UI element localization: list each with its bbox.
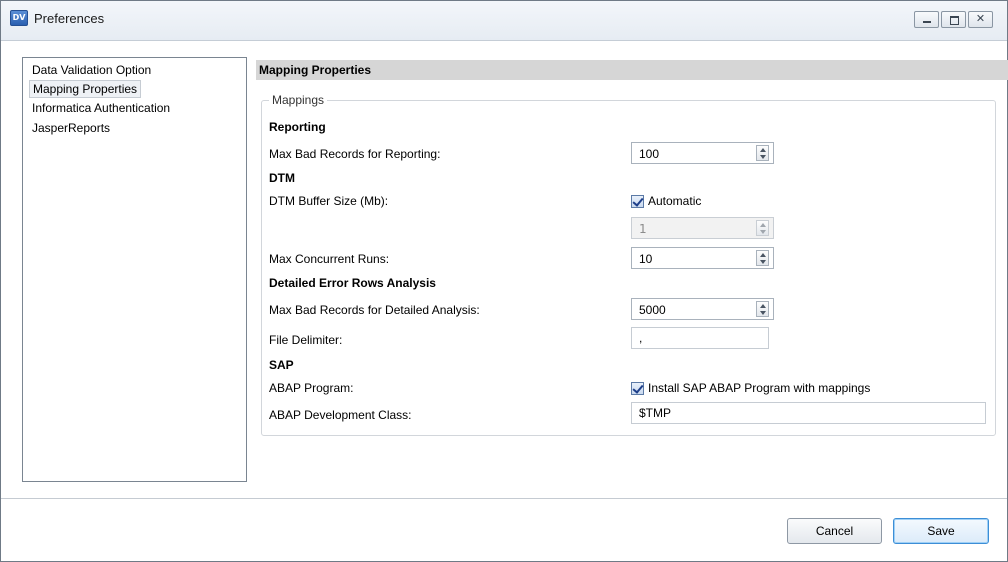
maximize-button[interactable] — [941, 11, 966, 28]
max-bad-records-reporting-label: Max Bad Records for Reporting: — [269, 147, 441, 161]
mappings-group-label: Mappings — [269, 93, 328, 107]
spinner-arrows-icon[interactable] — [756, 301, 769, 317]
reporting-heading: Reporting — [269, 120, 326, 134]
max-concurrent-runs-label: Max Concurrent Runs: — [269, 252, 390, 266]
spinner-arrows-icon — [756, 220, 769, 236]
close-button[interactable]: ✕ — [968, 11, 993, 28]
abap-program-label: ABAP Program: — [269, 381, 354, 395]
max-bad-records-reporting-value: 100 — [639, 147, 660, 161]
abap-development-class-input[interactable]: $TMP — [631, 402, 986, 424]
dtm-buffer-size-stepper: 1 — [631, 217, 774, 239]
window-title: Preferences — [34, 11, 105, 26]
title-bar[interactable]: DV Preferences ✕ — [1, 1, 1007, 41]
nav-item-data-validation-option[interactable]: Data Validation Option — [29, 61, 154, 79]
window-controls: ✕ — [912, 11, 993, 28]
sap-heading: SAP — [269, 358, 294, 372]
file-delimiter-input[interactable]: , — [631, 327, 769, 349]
max-concurrent-runs-value: 10 — [639, 252, 653, 266]
max-bad-records-detailed-stepper[interactable]: 5000 — [631, 298, 774, 320]
install-abap-checkbox[interactable]: Install SAP ABAP Program with mappings — [631, 380, 870, 396]
automatic-checkbox-label: Automatic — [648, 194, 702, 208]
close-icon: ✕ — [975, 12, 986, 25]
max-bad-records-detailed-value: 5000 — [639, 303, 666, 317]
spinner-arrows-icon[interactable] — [756, 145, 769, 161]
automatic-checkbox[interactable]: Automatic — [631, 193, 701, 209]
dtm-buffer-size-value: 1 — [639, 222, 647, 236]
app-icon: DV — [10, 10, 28, 26]
preferences-window: DV Preferences ✕ Data Validation Option … — [0, 0, 1008, 562]
footer-divider — [1, 498, 1007, 499]
checkbox-checked-icon[interactable] — [631, 381, 644, 395]
max-bad-records-reporting-stepper[interactable]: 100 — [631, 142, 774, 164]
nav-item-informatica-authentication[interactable]: Informatica Authentication — [29, 99, 173, 117]
dtm-buffer-size-label: DTM Buffer Size (Mb): — [269, 194, 389, 208]
max-bad-records-detailed-label: Max Bad Records for Detailed Analysis: — [269, 303, 480, 317]
install-abap-checkbox-label: Install SAP ABAP Program with mappings — [648, 381, 871, 395]
file-delimiter-label: File Delimiter: — [269, 333, 343, 347]
checkbox-checked-icon[interactable] — [631, 194, 644, 208]
detailed-error-rows-heading: Detailed Error Rows Analysis — [269, 276, 436, 290]
save-button[interactable]: Save — [893, 518, 989, 544]
dtm-heading: DTM — [269, 171, 295, 185]
minimize-button[interactable] — [914, 11, 939, 28]
abap-development-class-label: ABAP Development Class: — [269, 408, 412, 422]
spinner-arrows-icon[interactable] — [756, 250, 769, 266]
cancel-button[interactable]: Cancel — [787, 518, 882, 544]
page-title: Mapping Properties — [256, 60, 1008, 80]
nav-item-jasperreports[interactable]: JasperReports — [29, 119, 113, 137]
nav-item-mapping-properties[interactable]: Mapping Properties — [29, 80, 142, 98]
max-concurrent-runs-stepper[interactable]: 10 — [631, 247, 774, 269]
